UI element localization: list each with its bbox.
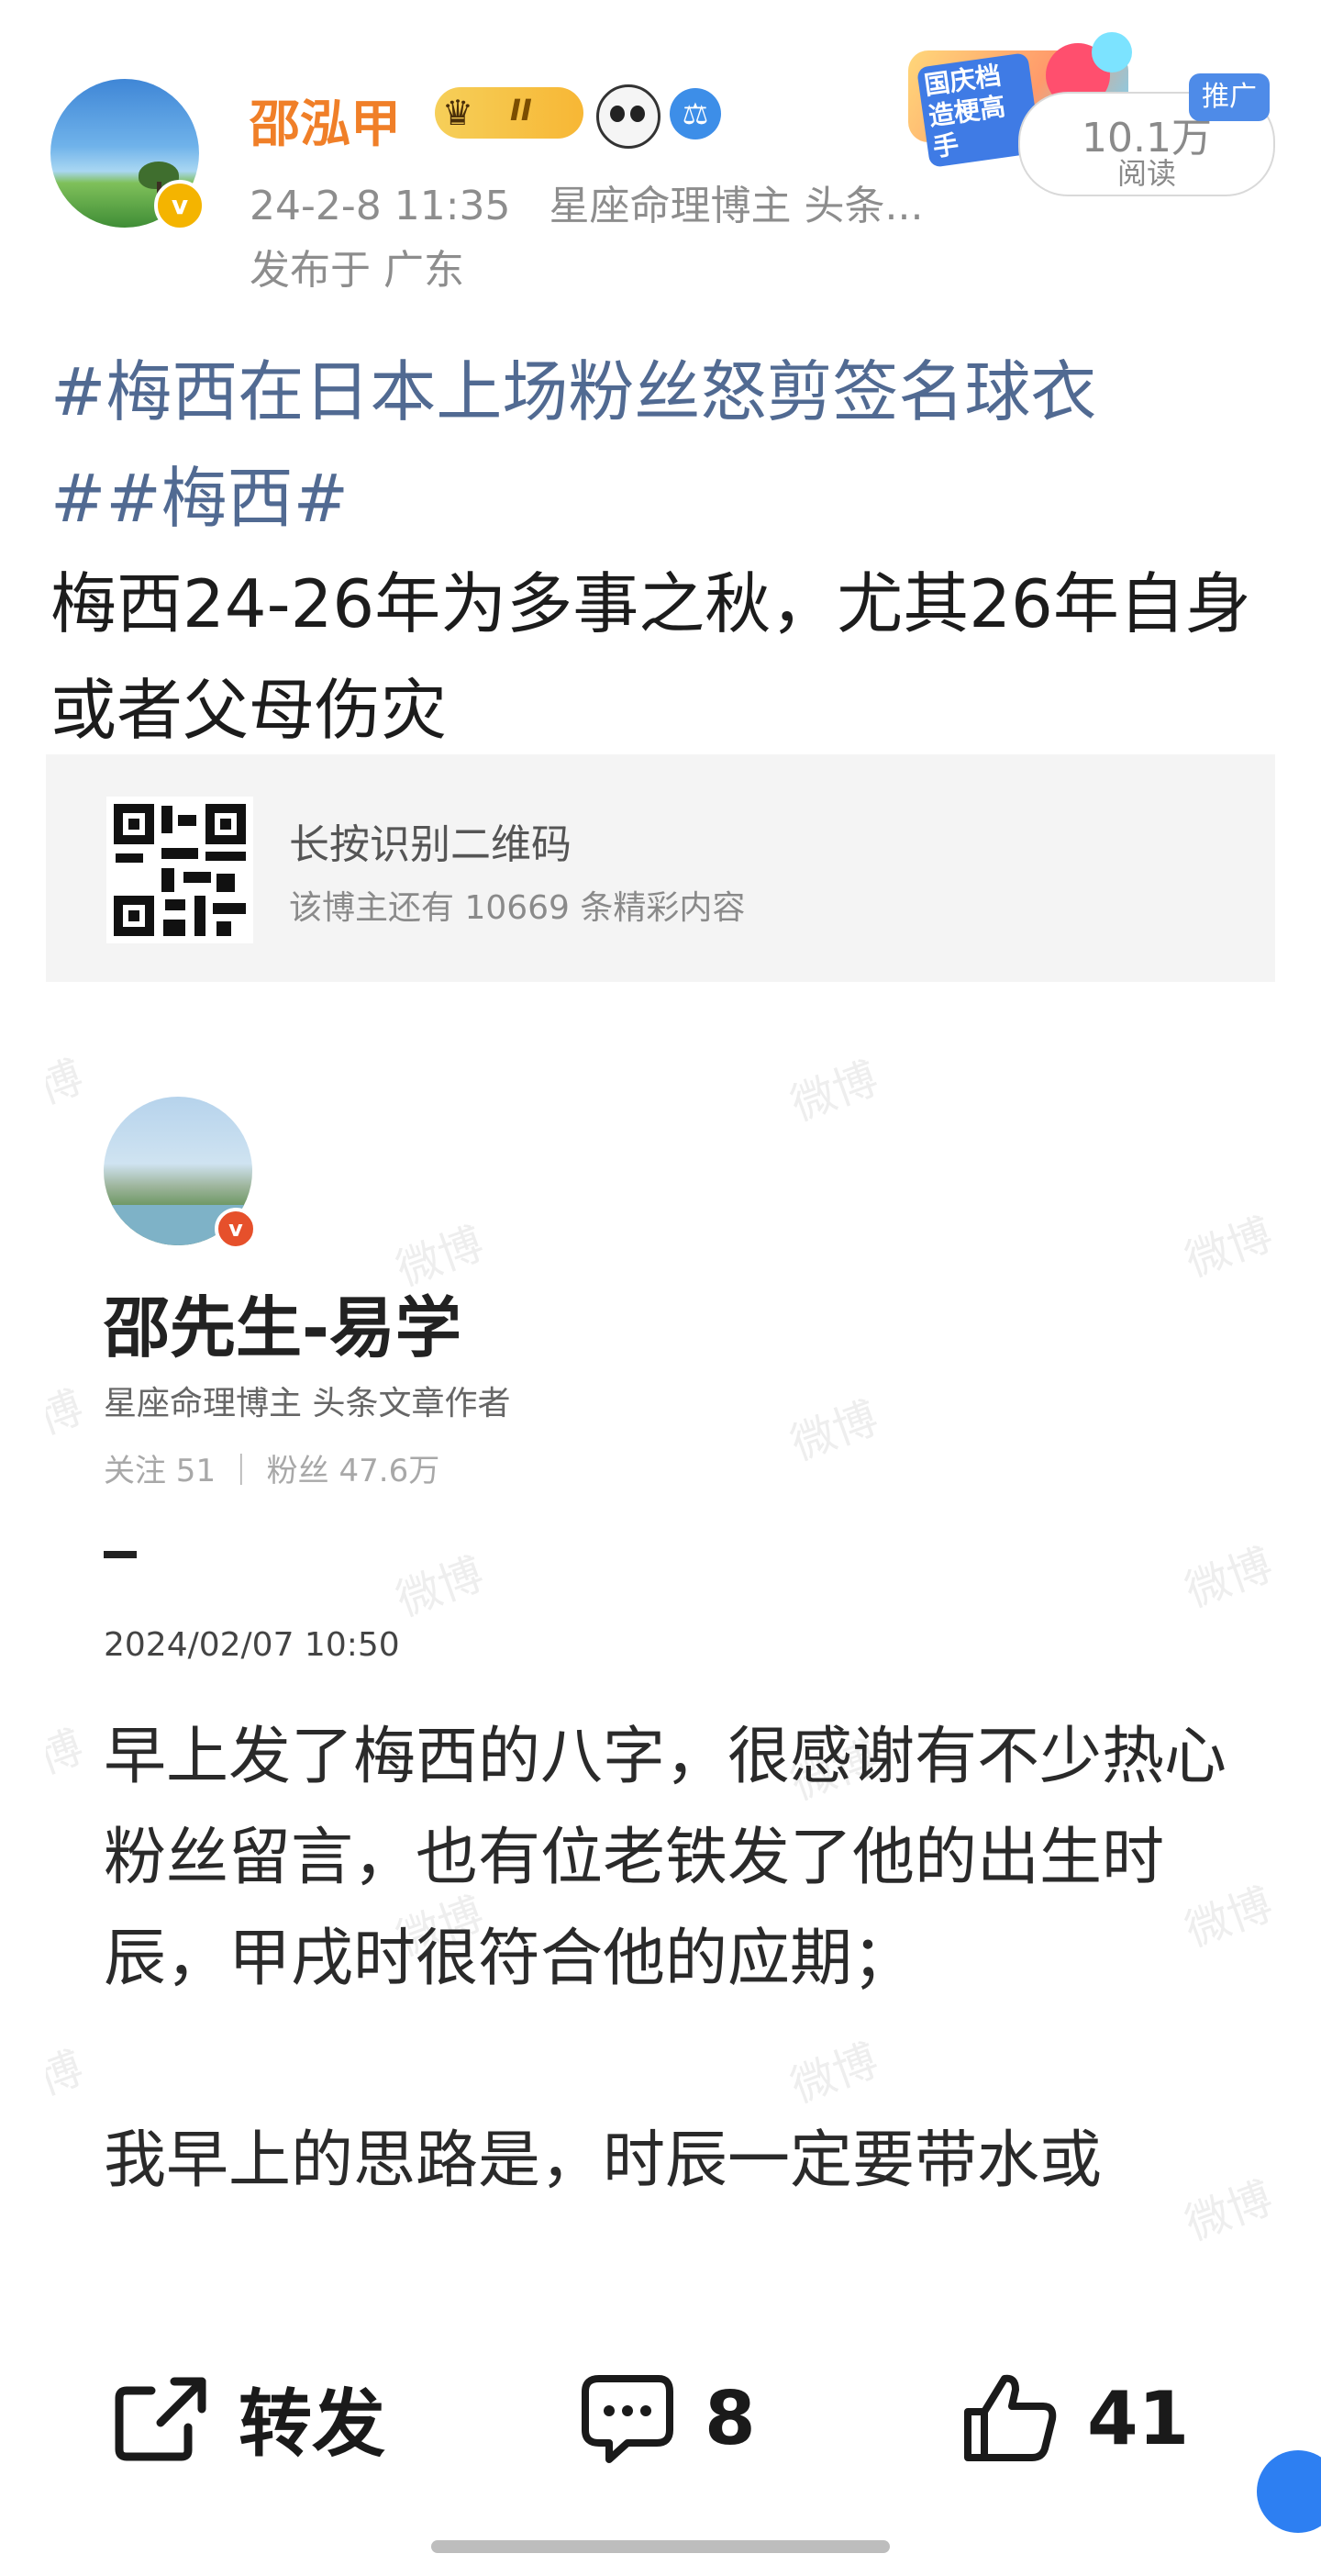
crown-icon: ♛ xyxy=(442,93,474,133)
watermark: 微博 xyxy=(784,1052,885,1132)
qr-code-card[interactable]: 长按识别二维码 该博主还有 10669 条精彩内容 xyxy=(46,754,1275,982)
embedded-author-stats: 关注 51 ｜ 粉丝 47.6万 xyxy=(104,1453,440,1489)
embedded-author-name: 邵先生-易学 xyxy=(104,1289,461,1366)
watermark: 博 xyxy=(46,2042,90,2106)
read-label: 阅读 xyxy=(1116,156,1176,191)
watermark: 微博 xyxy=(1179,1538,1275,1618)
share-arrow-icon xyxy=(115,2377,206,2461)
thumbs-up-icon xyxy=(964,2374,1057,2461)
post-meta: 24-2-8 11:35 星座命理博主 头条... xyxy=(250,173,923,231)
like-count: 41 xyxy=(1087,2375,1190,2461)
repost-button[interactable]: 转发 xyxy=(110,2368,385,2469)
home-indicator[interactable] xyxy=(431,2540,890,2553)
watermark: 博 xyxy=(46,1051,90,1115)
article-paragraph: 早上发了梅西的八字，很感谢有不少热心粉丝留言，也有位老铁发了他的出生时辰，甲戌时… xyxy=(104,1721,1227,1995)
watermark: 博 xyxy=(46,1381,90,1445)
vip-level-label: II xyxy=(510,93,532,128)
action-bar: 转发 8 41 xyxy=(0,2322,1321,2515)
author-name[interactable]: 邵泓甲 xyxy=(250,83,401,156)
verified-badge-icon: v xyxy=(215,1208,257,1250)
post-location: 发布于 广东 xyxy=(250,247,464,294)
embedded-post-date: 2024/02/07 10:50 xyxy=(104,1626,400,1664)
qr-card-subtitle: 该博主还有 10669 条精彩内容 xyxy=(289,889,746,927)
watermark: 微博 xyxy=(1179,1208,1275,1288)
post-source: 星座命理博主 头条... xyxy=(549,183,924,229)
watermark: 微博 xyxy=(784,1391,885,1471)
hashtag-link[interactable]: #梅西在日本上场粉丝怒剪签名球衣 xyxy=(50,338,1096,434)
divider xyxy=(104,1551,137,1558)
vip-level-badge[interactable]: ♛ II xyxy=(435,87,583,139)
embedded-article-text: 早上发了梅西的八字，很感谢有不少热心粉丝留言，也有位老铁发了他的出生时辰，甲戌时… xyxy=(104,1707,1250,2212)
post-text: 梅西24-26年为多事之秋，尤其26年自身或者父母伤灾 xyxy=(50,565,1251,749)
shield-icon[interactable]: ⚖ xyxy=(670,88,721,139)
watermark: 微博 xyxy=(390,1547,491,1627)
comment-count: 8 xyxy=(705,2375,756,2461)
qr-code-image[interactable] xyxy=(106,797,253,943)
comment-button[interactable]: 8 xyxy=(576,2368,756,2469)
panda-icon[interactable] xyxy=(596,84,660,149)
hashtag-link[interactable]: ##梅西# xyxy=(50,444,349,541)
verified-badge-icon: v xyxy=(154,180,205,231)
like-button[interactable]: 41 xyxy=(959,2368,1189,2469)
post-timestamp: 24-2-8 11:35 xyxy=(250,183,511,229)
embedded-author-bio: 星座命理博主 头条文章作者 xyxy=(104,1385,511,1422)
article-paragraph: 我早上的思路是，时辰一定要带水或 xyxy=(104,2124,1103,2197)
qr-card-title: 长按识别二维码 xyxy=(289,821,572,868)
promo-button[interactable]: 推广 xyxy=(1189,73,1270,121)
watermark: 博 xyxy=(46,1721,90,1785)
comment-bubble-icon xyxy=(582,2375,673,2463)
repost-label: 转发 xyxy=(239,2381,385,2467)
